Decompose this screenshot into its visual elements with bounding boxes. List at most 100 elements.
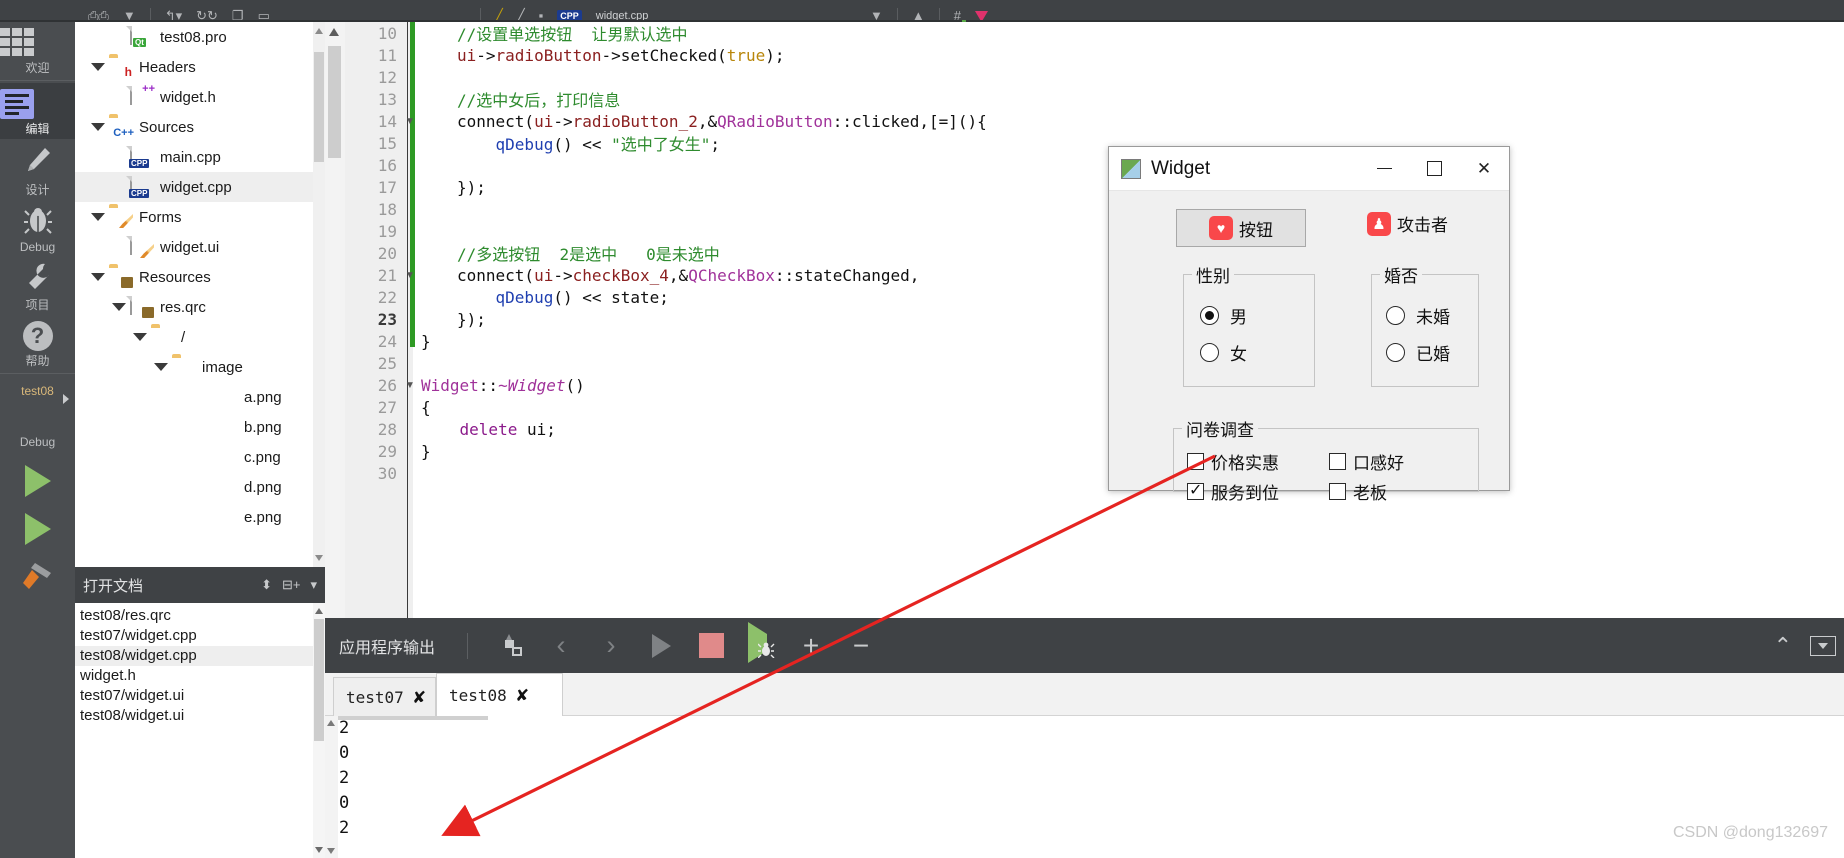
open-document-item[interactable]: widget.h [75, 666, 325, 686]
close-icon[interactable]: ✘ [517, 684, 528, 706]
clear-icon[interactable] [486, 618, 536, 673]
editor-line[interactable]: 28 delete ui; [325, 418, 1844, 440]
tree-expander[interactable] [150, 363, 172, 371]
sidebar-item-design[interactable]: 设计 [0, 139, 75, 200]
tree-expander[interactable] [87, 213, 109, 221]
editor-line[interactable]: 29} [325, 440, 1844, 462]
code-editor[interactable]: 10 //设置单选按钮 让男默认选中 11 ui->radioButton->setC… [325, 22, 1844, 618]
sort-updown-icon[interactable]: ⬍ [261, 577, 272, 593]
sidebar-item-debug[interactable]: Debug [0, 200, 75, 256]
tree-row[interactable]: ++ widget.h [75, 82, 325, 112]
dropdown-icon[interactable] [1810, 635, 1836, 656]
checkbox-boss[interactable]: 老板 [1329, 479, 1397, 504]
editor-line[interactable]: 18 [325, 198, 1844, 220]
tree-row[interactable]: c.png [75, 442, 325, 472]
push-button[interactable]: ♥ 按钮 [1176, 209, 1306, 247]
editor-line[interactable]: 22 qDebug() << state; [325, 286, 1844, 308]
od-scroll-up-icon[interactable] [315, 608, 323, 614]
tree-expander[interactable] [87, 273, 109, 281]
checkbox-service[interactable]: 服务到位 [1187, 479, 1289, 504]
tree-row[interactable]: h Headers [75, 52, 325, 82]
build-button[interactable] [0, 547, 75, 598]
sidebar-item-welcome[interactable]: 欢迎 [0, 22, 75, 78]
tree-row[interactable]: res.qrc [75, 292, 325, 322]
open-document-item[interactable]: test08/res.qrc [75, 606, 325, 626]
tree-row[interactable]: Qt test08.pro [75, 22, 325, 52]
run-button[interactable] [0, 451, 75, 499]
scroll-down-icon[interactable] [315, 555, 323, 561]
output-text-area[interactable]: 2 0 2 0 2 [325, 716, 1844, 858]
project-tree-scrollbar[interactable] [313, 22, 325, 567]
output-scroll-up-icon[interactable] [327, 720, 335, 726]
tree-row[interactable]: a.png [75, 382, 325, 412]
tree-row[interactable]: widget.ui [75, 232, 325, 262]
editor-line[interactable]: 14 ▼ connect(ui->radioButton_2,&QRadioButt… [325, 110, 1844, 132]
editor-line[interactable]: 19 [325, 220, 1844, 242]
editor-line[interactable]: 20 //多选按钮 2是选中 0是未选中 [325, 242, 1844, 265]
checkbox-price[interactable]: 价格实惠 [1187, 449, 1289, 474]
tree-expander[interactable] [87, 123, 109, 131]
editor-line[interactable]: 25 [325, 352, 1844, 374]
tree-expander[interactable] [87, 63, 109, 71]
editor-line[interactable]: 17}); [325, 176, 1844, 198]
dialog-close-button[interactable]: ✕ [1459, 147, 1509, 191]
split-add-icon[interactable]: ⊟+ [282, 577, 300, 593]
scroll-thumb[interactable] [314, 52, 324, 162]
activity-bar[interactable]: 欢迎 编辑 设计 Debug 项目 ? 帮助 test08 Debug [0, 22, 75, 858]
editor-line[interactable]: 26 ▼ Widget::~Widget() [325, 374, 1844, 396]
debug-run-button[interactable] [0, 499, 75, 547]
close-icon[interactable]: ✘ [414, 686, 425, 708]
open-document-item[interactable]: test07/widget.cpp [75, 626, 325, 646]
open-documents-list[interactable]: test08/res.qrc test07/widget.cpp test08/wi… [75, 603, 325, 726]
open-document-item[interactable]: test08/widget.cpp [75, 646, 325, 666]
next-icon[interactable]: › [586, 618, 636, 673]
radio-gender-male[interactable]: 男 [1200, 303, 1247, 328]
editor-line[interactable]: 13 //选中女后，打印信息 [325, 88, 1844, 111]
fold-marker[interactable]: ▼ [403, 270, 417, 281]
tree-row[interactable]: C++ Sources [75, 112, 325, 142]
prev-icon[interactable]: ‹ [536, 618, 586, 673]
output-tab-test07[interactable]: test07 ✘ [333, 677, 436, 716]
chevron-up-icon[interactable]: ⌃ [1774, 633, 1792, 659]
fold-marker[interactable]: ▼ [403, 380, 417, 391]
open-document-item[interactable]: test08/widget.ui [75, 706, 325, 726]
tree-row[interactable]: e.png [75, 502, 325, 532]
radio-marriage-married[interactable]: 已婚 [1386, 340, 1450, 365]
stop-icon[interactable] [686, 618, 736, 673]
od-scroll-down-icon[interactable] [315, 847, 323, 853]
dialog-titlebar[interactable]: Widget ✕ [1109, 147, 1509, 191]
editor-line[interactable]: 27 { [325, 396, 1844, 418]
editor-line[interactable]: 30 [325, 462, 1844, 484]
open-documents-scrollbar[interactable] [313, 603, 325, 858]
tree-row[interactable]: Resources [75, 262, 325, 292]
editor-line[interactable]: 12 [325, 66, 1844, 88]
radio-gender-female[interactable]: 女 [1200, 340, 1247, 365]
editor-line[interactable]: 23}); [325, 308, 1844, 330]
editor-line[interactable]: 11 ui->radioButton->setChecked(true); [325, 44, 1844, 66]
tree-expander[interactable] [129, 333, 151, 341]
sidebar-item-help[interactable]: ? 帮助 [0, 315, 75, 371]
tree-row[interactable]: CPP widget.cpp [75, 172, 325, 202]
radio-marriage-single[interactable]: 未婚 [1386, 303, 1450, 328]
run-icon[interactable] [636, 618, 686, 673]
editor-lines[interactable]: 10 //设置单选按钮 让男默认选中 11 ui->radioButton->setC… [325, 22, 1844, 484]
checkbox-taste[interactable]: 口感好 [1329, 449, 1414, 474]
scroll-up-icon[interactable] [315, 28, 323, 34]
top-toolbar[interactable]: ⎙⎙ ▼ ↰▾ ↻↻ ❐ ▭ ╱ ╱ ▪ CPP widget.cpp ▼ ▲ … [0, 0, 1844, 22]
open-document-item[interactable]: test07/widget.ui [75, 686, 325, 706]
output-scroll-down-icon[interactable] [327, 848, 335, 854]
zoom-in-icon[interactable]: + [786, 618, 836, 673]
dialog-maximize-button[interactable] [1409, 147, 1459, 191]
fold-marker[interactable]: ▼ [403, 116, 417, 127]
editor-line[interactable]: 15 qDebug() << "选中了女生"; [325, 132, 1844, 155]
kit-selector[interactable]: test08 Debug [0, 376, 75, 451]
zoom-out-icon[interactable]: − [836, 618, 886, 673]
output-tabs[interactable]: test07 ✘ test08 ✘ [325, 673, 1844, 716]
output-tab-test08[interactable]: test08 ✘ [436, 673, 563, 716]
debug-icon[interactable] [736, 618, 786, 673]
od-scroll-thumb[interactable] [314, 619, 324, 741]
tree-row[interactable]: Forms [75, 202, 325, 232]
dropdown-icon[interactable]: ▾ [310, 577, 317, 593]
tree-row[interactable]: b.png [75, 412, 325, 442]
output-scrollbar[interactable] [325, 716, 338, 858]
